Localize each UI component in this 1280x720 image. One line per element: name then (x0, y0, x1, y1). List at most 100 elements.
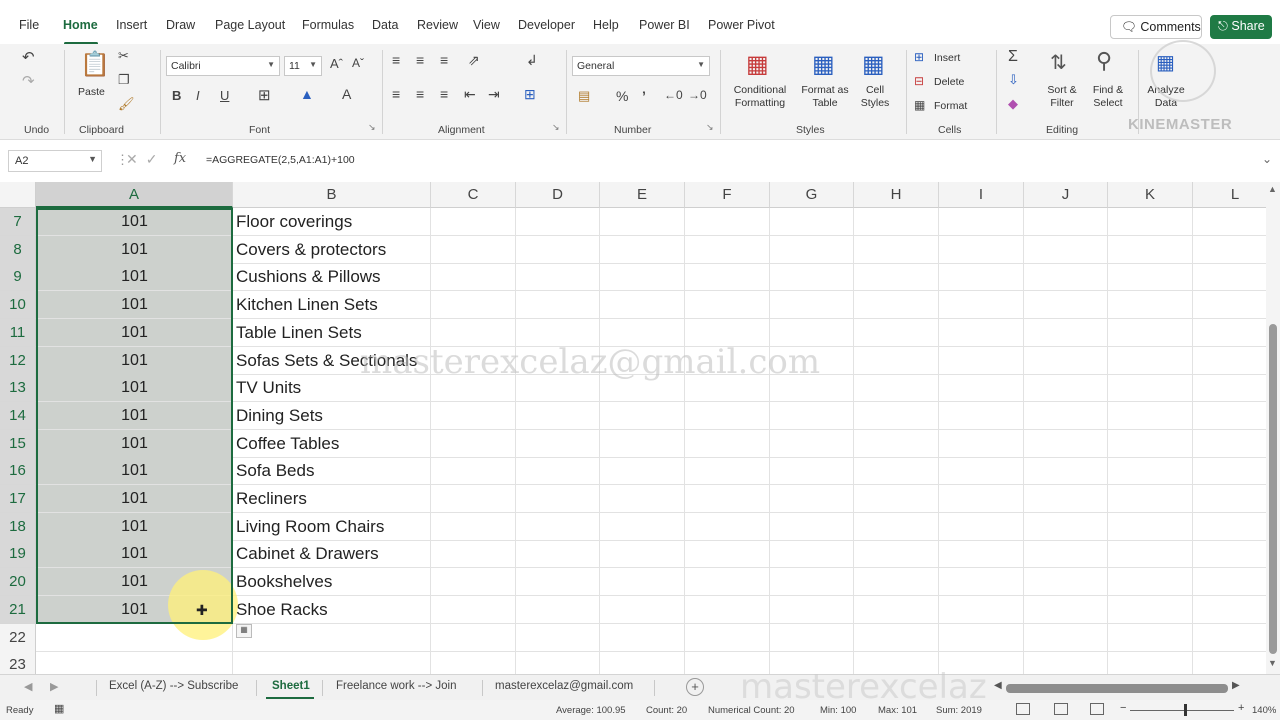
cell-g19[interactable] (770, 540, 854, 569)
fill-bucket-icon[interactable]: ▲ (300, 86, 314, 102)
brush-icon[interactable]: 🖌 (118, 96, 135, 112)
cell-l11[interactable] (1193, 319, 1266, 347)
cell-b13[interactable]: TV Units (233, 374, 431, 403)
row-header-22[interactable]: 22 (0, 623, 36, 652)
cell-k19[interactable] (1108, 540, 1193, 569)
cell-j21[interactable] (1024, 595, 1108, 624)
cell-g11[interactable] (770, 318, 854, 347)
cell-i21[interactable] (939, 595, 1024, 624)
cell-g7[interactable] (770, 208, 854, 236)
delete-cells-icon[interactable]: ⊟ (914, 74, 924, 88)
cell-b16[interactable]: Sofa Beds (233, 457, 431, 486)
cell-i18[interactable] (939, 512, 1024, 541)
sort-filter-icon[interactable]: ⇅ (1050, 50, 1067, 75)
cell-h18[interactable] (854, 512, 939, 541)
cell-b8[interactable]: Covers & protectors (233, 235, 431, 264)
cell-c8[interactable] (431, 235, 516, 264)
cell-l16[interactable] (1193, 457, 1266, 486)
cell-d22[interactable] (516, 623, 600, 652)
format-cells-icon[interactable]: ▦ (914, 98, 925, 112)
column-header-h[interactable]: H (854, 182, 939, 208)
cell-d9[interactable] (516, 263, 600, 292)
cell-k13[interactable] (1108, 374, 1193, 403)
font-color-icon[interactable]: A (342, 86, 351, 102)
find-select-button[interactable]: Find & Select (1086, 84, 1130, 110)
dialog-launcher-icon[interactable]: ↘ (552, 122, 560, 133)
cell-k14[interactable] (1108, 401, 1193, 430)
column-header-l[interactable]: L (1193, 182, 1266, 208)
tab-data[interactable]: Data (372, 18, 398, 32)
worksheet-grid[interactable]: 101 Floor coverings 101 Covers & protectors… (0, 182, 1266, 674)
cell-h16[interactable] (854, 457, 939, 486)
column-header-f[interactable]: F (685, 182, 770, 208)
row-header-13[interactable]: 13 (0, 374, 36, 403)
column-header-b[interactable]: B (233, 182, 431, 208)
select-all-corner[interactable] (0, 182, 36, 208)
cell-l22[interactable] (1193, 624, 1266, 652)
cell-b21[interactable]: Shoe Racks (233, 595, 431, 624)
cell-h17[interactable] (854, 485, 939, 513)
cell-h10[interactable] (854, 291, 939, 320)
chevron-down-icon[interactable]: ⌄ (1262, 152, 1272, 166)
zoom-in-icon[interactable]: + (1238, 702, 1244, 714)
column-header-j[interactable]: J (1024, 182, 1108, 208)
magnifier-icon[interactable]: ⚲ (1096, 48, 1112, 74)
cell-b17[interactable]: Recliners (233, 485, 431, 513)
cell-b20[interactable]: Bookshelves (233, 568, 431, 597)
normal-view-icon[interactable] (1016, 703, 1030, 715)
cell-g16[interactable] (770, 457, 854, 486)
status-numerical-count[interactable]: Numerical Count: 20 (708, 705, 795, 716)
cell-h19[interactable] (854, 540, 939, 569)
scroll-down-icon[interactable]: ▼ (1268, 658, 1277, 668)
cell-h9[interactable] (854, 263, 939, 292)
cell-f23[interactable] (685, 651, 770, 674)
underline-icon[interactable]: U (220, 88, 229, 103)
align-middle-icon[interactable]: ≡ (416, 52, 424, 68)
cell-b15[interactable]: Coffee Tables (233, 429, 431, 458)
column-header-c[interactable]: C (431, 182, 516, 208)
cell-j8[interactable] (1024, 235, 1108, 264)
align-bottom-icon[interactable]: ≡ (440, 52, 448, 68)
cell-k15[interactable] (1108, 429, 1193, 458)
cell-d14[interactable] (516, 401, 600, 430)
status-count[interactable]: Count: 20 (646, 705, 687, 716)
cell-e12[interactable] (600, 346, 685, 375)
cell-f20[interactable] (685, 568, 770, 597)
column-header-k[interactable]: K (1108, 182, 1193, 208)
cell-b18[interactable]: Living Room Chairs (233, 512, 431, 541)
cell-c18[interactable] (431, 512, 516, 541)
currency-icon[interactable]: ▤ (578, 88, 590, 104)
cell-l7[interactable] (1193, 208, 1266, 236)
cell-g21[interactable] (770, 595, 854, 624)
cell-j15[interactable] (1024, 429, 1108, 458)
cell-f19[interactable] (685, 540, 770, 569)
scroll-left-icon[interactable]: ◀ (994, 680, 1002, 691)
cell-i19[interactable] (939, 540, 1024, 569)
cell-e21[interactable] (600, 595, 685, 624)
cell-j20[interactable] (1024, 568, 1108, 597)
cell-c14[interactable] (431, 401, 516, 430)
cell-g22[interactable] (770, 623, 854, 652)
cell-g13[interactable] (770, 374, 854, 403)
fill-down-icon[interactable]: ⇩ (1008, 72, 1019, 88)
cell-e8[interactable] (600, 235, 685, 264)
tab-view[interactable]: View (473, 18, 500, 32)
cell-l17[interactable] (1193, 485, 1266, 513)
format-button[interactable]: Format (934, 100, 967, 113)
decrease-font-icon[interactable]: Aˇ (352, 56, 364, 70)
tab-formulas[interactable]: Formulas (302, 18, 354, 32)
cell-d13[interactable] (516, 374, 600, 403)
wrap-text-icon[interactable]: ↲ (526, 52, 538, 69)
cell-styles-button[interactable]: Cell Styles (854, 84, 896, 110)
cell-f9[interactable] (685, 263, 770, 292)
cell-j13[interactable] (1024, 374, 1108, 403)
cell-c22[interactable] (431, 623, 516, 652)
cell-g18[interactable] (770, 512, 854, 541)
page-break-view-icon[interactable] (1090, 703, 1104, 715)
cell-g23[interactable] (770, 651, 854, 674)
borders-icon[interactable]: ⊞ (258, 86, 271, 104)
sheet-tab-email[interactable]: masterexcelaz@gmail.com (495, 680, 633, 692)
cell-e18[interactable] (600, 512, 685, 541)
cell-f10[interactable] (685, 291, 770, 320)
tab-power-pivot[interactable]: Power Pivot (708, 18, 775, 32)
